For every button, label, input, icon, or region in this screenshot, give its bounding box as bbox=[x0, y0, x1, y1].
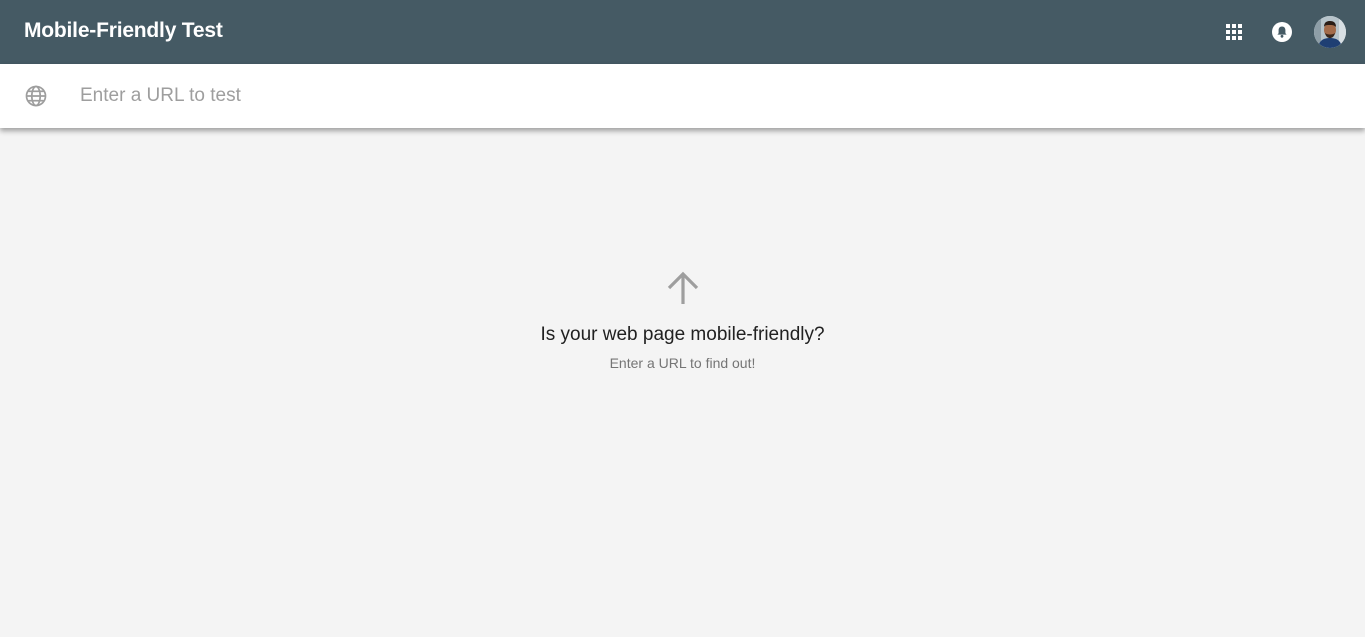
url-bar bbox=[0, 64, 1365, 128]
apps-button[interactable] bbox=[1218, 16, 1250, 48]
empty-state-subheadline: Enter a URL to find out! bbox=[609, 355, 756, 371]
notifications-button[interactable] bbox=[1266, 16, 1298, 48]
app-bar: Mobile-Friendly Test bbox=[0, 0, 1365, 64]
avatar-image bbox=[1314, 16, 1346, 48]
app-title: Mobile-Friendly Test bbox=[24, 19, 223, 42]
arrow-up-icon bbox=[667, 271, 698, 304]
empty-state-headline: Is your web page mobile-friendly? bbox=[540, 324, 825, 345]
globe-icon bbox=[25, 85, 47, 107]
apps-icon bbox=[1226, 24, 1242, 40]
avatar[interactable] bbox=[1314, 16, 1346, 48]
notifications-icon bbox=[1272, 22, 1292, 42]
empty-state: Is your web page mobile-friendly? Enter … bbox=[0, 268, 1365, 371]
url-input[interactable] bbox=[80, 80, 1340, 112]
